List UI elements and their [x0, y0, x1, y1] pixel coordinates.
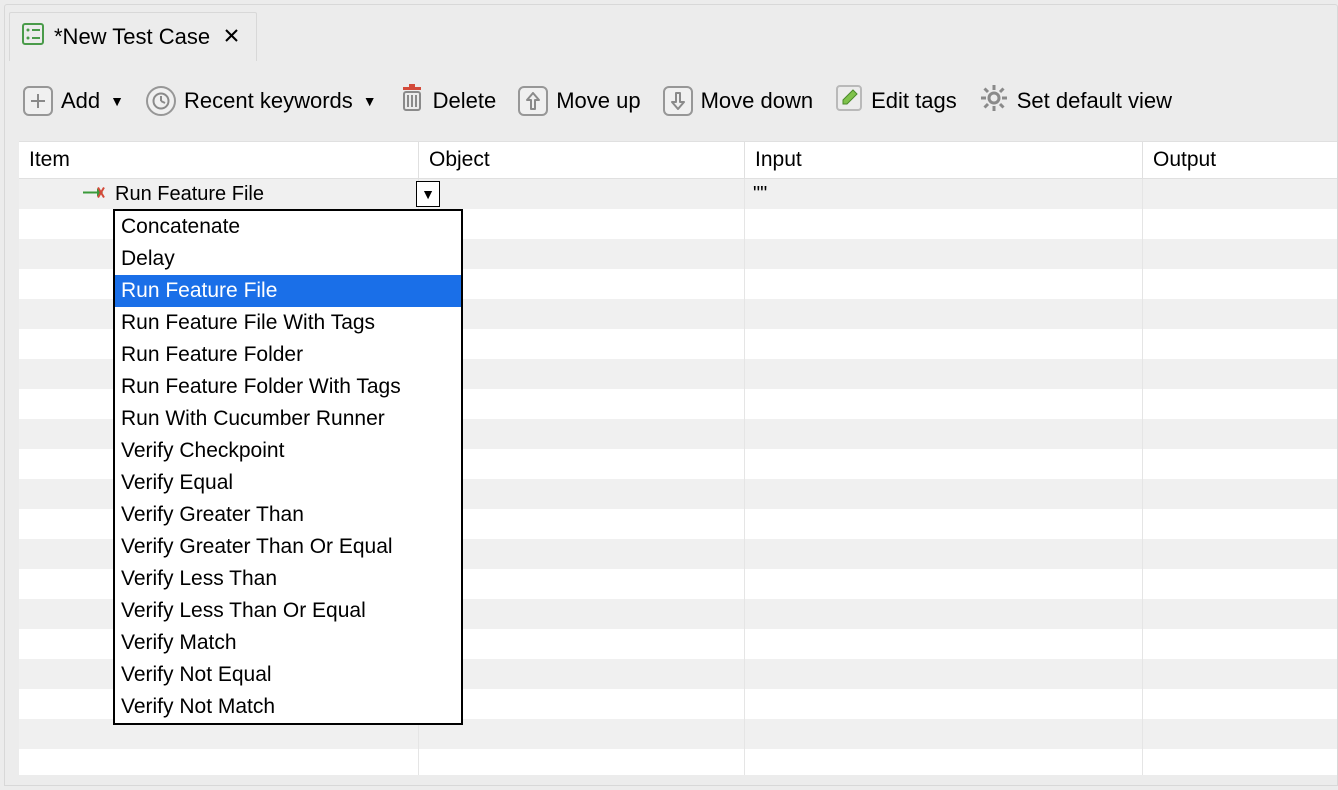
step-arrow-icon: [83, 183, 105, 206]
clock-icon: [146, 86, 176, 116]
edit-tags-button[interactable]: Edit tags: [835, 84, 957, 118]
close-icon[interactable]: [224, 26, 240, 49]
add-label: Add: [61, 88, 100, 114]
dropdown-option[interactable]: Verify Greater Than: [115, 499, 461, 531]
col-input[interactable]: Input: [745, 142, 1143, 178]
dropdown-option[interactable]: Verify Less Than: [115, 563, 461, 595]
recent-label: Recent keywords: [184, 88, 353, 114]
delete-button[interactable]: Delete: [399, 84, 497, 118]
dropdown-option[interactable]: Concatenate: [115, 211, 461, 243]
dropdown-option[interactable]: Verify Not Equal: [115, 659, 461, 691]
tab-title: *New Test Case: [54, 24, 210, 50]
tab-new-test-case[interactable]: *New Test Case: [9, 12, 257, 61]
col-output[interactable]: Output: [1143, 142, 1337, 178]
arrow-up-icon: [518, 86, 548, 116]
movedown-label: Move down: [701, 88, 814, 114]
table-row[interactable]: [19, 749, 1337, 775]
table-header: Item Object Input Output: [19, 142, 1337, 179]
chevron-down-icon: ▼: [363, 93, 377, 109]
cell-output[interactable]: [1143, 179, 1337, 209]
arrow-down-icon: [663, 86, 693, 116]
dropdown-option[interactable]: Delay: [115, 243, 461, 275]
dropdown-option[interactable]: Verify Not Match: [115, 691, 461, 723]
keyword-dropdown[interactable]: ConcatenateDelayRun Feature FileRun Feat…: [113, 209, 463, 725]
table-row[interactable]: Run Feature File ▼ "": [19, 179, 1337, 209]
add-button[interactable]: Add ▼: [23, 86, 124, 116]
delete-label: Delete: [433, 88, 497, 114]
dropdown-option[interactable]: Verify Greater Than Or Equal: [115, 531, 461, 563]
edittags-label: Edit tags: [871, 88, 957, 114]
col-item[interactable]: Item: [19, 142, 419, 178]
cell-object[interactable]: [419, 179, 745, 209]
cell-item-text: Run Feature File: [115, 183, 264, 206]
moveup-label: Move up: [556, 88, 640, 114]
plus-icon: [23, 86, 53, 116]
toolbar: Add ▼ Recent keywords ▼ Delete: [5, 61, 1337, 141]
editor-window: *New Test Case Add ▼ Recent keywords ▼: [4, 4, 1338, 786]
recent-keywords-button[interactable]: Recent keywords ▼: [146, 86, 377, 116]
tab-bar: *New Test Case: [5, 5, 1337, 61]
chevron-down-icon: ▼: [110, 93, 124, 109]
dropdown-option[interactable]: Run Feature Folder: [115, 339, 461, 371]
move-down-button[interactable]: Move down: [663, 86, 814, 116]
dropdown-option[interactable]: Run Feature Folder With Tags: [115, 371, 461, 403]
gear-icon: [979, 83, 1009, 119]
dropdown-option[interactable]: Verify Less Than Or Equal: [115, 595, 461, 627]
cell-item[interactable]: Run Feature File ▼: [19, 179, 419, 209]
cell-input[interactable]: "": [745, 179, 1143, 209]
move-up-button[interactable]: Move up: [518, 86, 640, 116]
dropdown-option[interactable]: Verify Checkpoint: [115, 435, 461, 467]
set-default-view-button[interactable]: Set default view: [979, 83, 1172, 119]
setdefault-label: Set default view: [1017, 88, 1172, 114]
col-object[interactable]: Object: [419, 142, 745, 178]
test-steps-table: Item Object Input Output Run Feature: [19, 141, 1337, 775]
dropdown-option[interactable]: Run With Cucumber Runner: [115, 403, 461, 435]
edit-icon: [835, 84, 863, 118]
table-body: Run Feature File ▼ "": [19, 179, 1337, 775]
dropdown-option[interactable]: Verify Match: [115, 627, 461, 659]
testcase-icon: [22, 23, 44, 51]
dropdown-option[interactable]: Run Feature File: [115, 275, 461, 307]
dropdown-option[interactable]: Run Feature File With Tags: [115, 307, 461, 339]
trash-icon: [399, 84, 425, 118]
dropdown-option[interactable]: Verify Equal: [115, 467, 461, 499]
